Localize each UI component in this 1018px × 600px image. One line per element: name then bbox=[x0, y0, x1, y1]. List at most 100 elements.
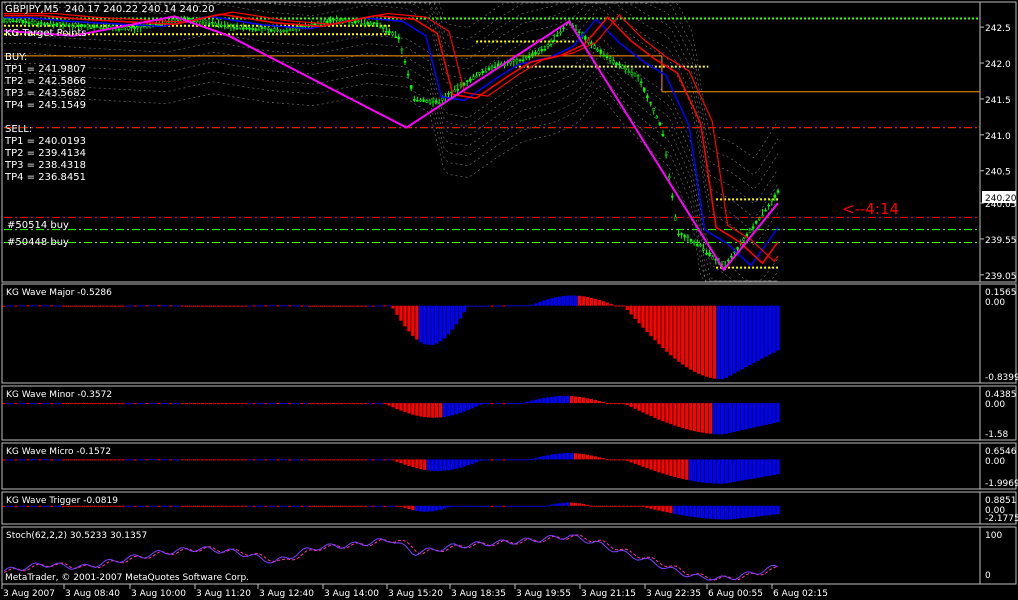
histogram-bar bbox=[212, 305, 216, 307]
candle-body bbox=[416, 100, 419, 102]
histogram-bar bbox=[566, 502, 570, 506]
histogram-bar bbox=[669, 459, 673, 476]
candle-body bbox=[27, 22, 31, 24]
wave-panel-2: KG Wave Minor -0.3572 0.43850.00 -1.58 bbox=[2, 390, 1017, 440]
histogram-bar bbox=[224, 505, 228, 507]
histogram-bar bbox=[308, 403, 312, 405]
candle-body bbox=[699, 244, 702, 247]
histogram-bar bbox=[121, 459, 125, 461]
histogram-bar bbox=[720, 305, 724, 380]
histogram-bar bbox=[514, 459, 518, 461]
histogram-bar bbox=[391, 305, 395, 309]
histogram-bar bbox=[192, 459, 197, 461]
histogram-bar bbox=[212, 505, 216, 507]
bar-timer: <--4:14 bbox=[842, 200, 899, 218]
histogram-bar bbox=[716, 505, 721, 520]
histogram-bar bbox=[256, 505, 260, 507]
candle-body bbox=[276, 29, 279, 31]
histogram-bar bbox=[526, 305, 530, 307]
histogram-bar bbox=[649, 305, 653, 337]
order-label-2[interactable]: #50448 buy bbox=[7, 237, 69, 248]
histogram-bar bbox=[375, 403, 379, 405]
histogram-bar bbox=[399, 459, 403, 464]
histogram-bar bbox=[153, 305, 157, 307]
histogram-bar bbox=[506, 505, 510, 507]
candle-body bbox=[288, 29, 292, 32]
histogram-bar bbox=[736, 305, 740, 372]
wave-tick-max-1: 0.1565 bbox=[985, 288, 1017, 298]
price-tick-label-4: 240.5 bbox=[985, 168, 1011, 178]
ma-red-1 bbox=[4, 13, 779, 265]
histogram-bar bbox=[720, 403, 724, 435]
histogram-bar bbox=[621, 505, 625, 507]
histogram-bar bbox=[665, 403, 669, 423]
histogram-bar bbox=[570, 295, 574, 306]
histogram-bar bbox=[323, 403, 328, 405]
histogram-bar bbox=[585, 454, 590, 460]
candle-body bbox=[46, 22, 49, 25]
histogram-bar bbox=[546, 455, 550, 460]
histogram-bar bbox=[538, 456, 542, 460]
histogram-bar bbox=[387, 305, 391, 307]
histogram-bar bbox=[411, 505, 415, 511]
histogram-bar bbox=[280, 505, 284, 507]
time-label-8: 3 Aug 19:55 bbox=[516, 589, 571, 599]
histogram-bar bbox=[264, 459, 268, 461]
candle-body bbox=[437, 102, 441, 104]
order-label-1[interactable]: #50514 buy bbox=[7, 220, 69, 231]
histogram-bar bbox=[637, 403, 641, 411]
metatrader-chart: GBPJPY,M5 240.17 240.22 240.14 240.20 KG… bbox=[1, 1, 1018, 599]
histogram-bar bbox=[379, 505, 383, 507]
histogram-bar bbox=[613, 459, 617, 461]
histogram-bar bbox=[637, 505, 641, 507]
histogram-bar bbox=[562, 502, 566, 506]
histogram-bar bbox=[458, 459, 463, 468]
histogram-bar bbox=[558, 396, 562, 404]
candle-body bbox=[431, 101, 435, 104]
candle-body bbox=[730, 255, 733, 258]
histogram-bar bbox=[550, 396, 554, 404]
histogram-bar bbox=[435, 403, 439, 418]
histogram-bar bbox=[97, 459, 101, 461]
wave-tick-min-1: -0.8399 bbox=[985, 373, 1018, 383]
histogram-bar bbox=[712, 459, 717, 484]
histogram-bar bbox=[617, 403, 621, 405]
candle-body bbox=[372, 22, 376, 24]
candle-body bbox=[646, 95, 649, 99]
candle-body bbox=[509, 61, 512, 64]
histogram-bar bbox=[577, 503, 582, 506]
histogram-bar bbox=[708, 459, 713, 484]
histogram-bar bbox=[403, 403, 407, 413]
histogram-bar bbox=[379, 305, 383, 307]
histogram-bar bbox=[220, 459, 224, 461]
histogram-bar bbox=[240, 305, 244, 307]
histogram-bar bbox=[764, 505, 768, 516]
histogram-bar bbox=[264, 403, 268, 405]
candle-body bbox=[270, 29, 273, 32]
histogram-bar bbox=[708, 403, 713, 434]
candle-body bbox=[711, 256, 714, 260]
histogram-bar bbox=[653, 403, 657, 418]
histogram-bar bbox=[383, 505, 387, 507]
histogram-bar bbox=[661, 505, 665, 512]
histogram-bar bbox=[776, 459, 780, 475]
histogram-bar bbox=[621, 459, 625, 461]
histogram-bar bbox=[371, 305, 375, 307]
histogram-bar bbox=[169, 305, 173, 307]
histogram-bar bbox=[220, 505, 224, 507]
histogram-bar bbox=[724, 305, 728, 378]
histogram-bar bbox=[97, 305, 101, 307]
histogram-bar bbox=[173, 505, 177, 507]
histogram-bar bbox=[443, 305, 447, 339]
histogram-bar bbox=[335, 459, 339, 461]
histogram-bar bbox=[399, 403, 403, 411]
histogram-bar bbox=[629, 505, 633, 507]
histogram-bar bbox=[693, 305, 697, 372]
histogram-bar bbox=[165, 505, 169, 507]
candle-body bbox=[148, 23, 152, 26]
candle-body bbox=[15, 20, 18, 23]
stoch-tick-max: 100 bbox=[985, 531, 1002, 541]
candle-body bbox=[562, 27, 565, 29]
price-panel[interactable] bbox=[2, 2, 980, 282]
histogram-bar bbox=[375, 505, 379, 507]
